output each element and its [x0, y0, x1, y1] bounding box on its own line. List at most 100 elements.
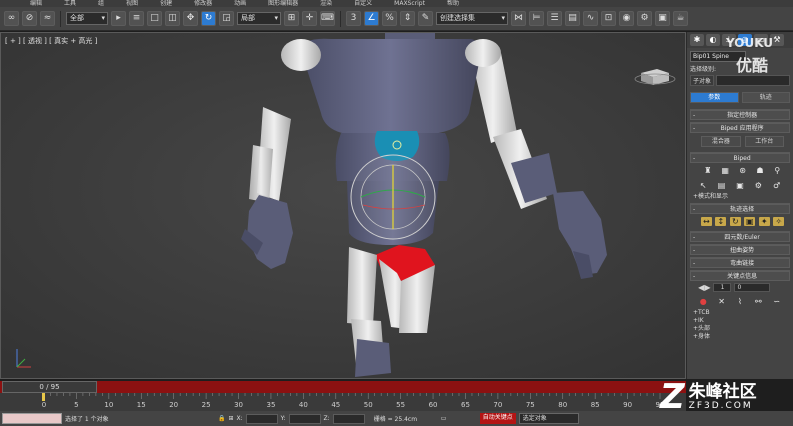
auto-key-button[interactable]: 自动关键点	[479, 413, 516, 424]
snap-toggle-icon[interactable]: 3	[346, 11, 361, 26]
create-tab-icon[interactable]: ✱	[690, 34, 704, 46]
parameters-mode-button[interactable]: 参数	[690, 92, 739, 103]
rollout-header[interactable]: 扭曲姿势	[690, 245, 790, 255]
workbench-button[interactable]: 工作台	[744, 136, 785, 147]
menu-animation[interactable]: 动画	[234, 0, 246, 7]
subobject-button[interactable]: 子对象	[690, 75, 715, 86]
x-coordinate-field[interactable]	[245, 413, 278, 424]
biped-playback-icon[interactable]: ⚲	[772, 166, 783, 175]
prev-key-icon[interactable]: ◀▶	[698, 283, 710, 292]
rollout-header[interactable]: 指定控制器	[690, 110, 790, 120]
rect-selection-icon[interactable]: □	[147, 11, 162, 26]
select-cursor-icon[interactable]: ↖	[698, 181, 709, 190]
head-toggle[interactable]: +头部	[690, 325, 790, 333]
add-time-tag-icon[interactable]: ▭	[441, 415, 477, 422]
motion-flow-icon[interactable]: ⊛	[737, 166, 748, 175]
ribbon-icon[interactable]: ▤	[565, 11, 580, 26]
schematic-view-icon[interactable]: ⊡	[601, 11, 616, 26]
menu-tools[interactable]: 工具	[64, 0, 76, 7]
render-setup-icon[interactable]: ⚙	[637, 11, 652, 26]
select-by-name-icon[interactable]: ≡	[129, 11, 144, 26]
angle-snap-icon[interactable]: ∠	[364, 11, 379, 26]
move-all-mode-icon[interactable]: ♂	[771, 181, 782, 190]
maxscript-listener-field[interactable]	[2, 413, 62, 424]
menu-modifiers[interactable]: 修改器	[194, 0, 212, 7]
unlink-icon[interactable]: ⊘	[22, 11, 37, 26]
mixer-button[interactable]: 混合器	[701, 136, 741, 147]
rollout-header[interactable]: 弯曲链接	[690, 258, 790, 268]
symmetrical-icon[interactable]: ✦	[758, 217, 770, 226]
footstep-mode-icon[interactable]: ▦	[720, 166, 731, 175]
lock-selection-icon[interactable]: 🔒	[218, 415, 225, 422]
body-rotation-icon[interactable]: ↻	[729, 217, 741, 226]
mode-display-toggle[interactable]: +模式和显示	[690, 193, 790, 201]
trajectory-icon[interactable]: ⌇	[734, 297, 745, 306]
convert-icon[interactable]: ⚙	[753, 181, 764, 190]
ik-toggle[interactable]: +IK	[690, 317, 790, 325]
perspective-viewport[interactable]: [ + ] [ 透视 ] [ 真实 + 高光 ]	[0, 32, 686, 379]
mixer-mode-icon[interactable]: ☗	[754, 166, 765, 175]
menu-customize[interactable]: 自定义	[354, 0, 372, 7]
load-file-icon[interactable]: ▤	[716, 181, 727, 190]
rendered-frame-icon[interactable]: ▣	[655, 11, 670, 26]
trajectories-mode-button[interactable]: 轨迹	[741, 92, 790, 103]
rollout-header[interactable]: Biped 应用程序	[690, 123, 790, 133]
rollout-header[interactable]: Biped	[690, 153, 790, 163]
material-editor-icon[interactable]: ◉	[619, 11, 634, 26]
save-file-icon[interactable]: ▣	[734, 181, 745, 190]
curve-editor-icon[interactable]: ∿	[583, 11, 598, 26]
rollout-header[interactable]: 四元数/Euler	[690, 232, 790, 242]
time-slider-thumb[interactable]: 0 / 95	[2, 381, 97, 393]
key-time-field[interactable]: 0	[734, 283, 771, 292]
body-vertical-icon[interactable]: ↕	[715, 217, 727, 226]
scale-icon[interactable]: ◲	[219, 11, 234, 26]
key-filter-select[interactable]: 选定对象	[518, 413, 579, 424]
figure-mode-icon[interactable]: ♜	[702, 166, 713, 175]
edit-named-sets-icon[interactable]: ✎	[418, 11, 433, 26]
menu-view[interactable]: 视图	[126, 0, 138, 7]
z-coordinate-field[interactable]	[332, 413, 365, 424]
curve-key-icon[interactable]: ∽	[771, 297, 782, 306]
menu-group[interactable]: 组	[98, 0, 104, 7]
menu-edit[interactable]: 编辑	[30, 0, 42, 7]
ik-key-icon[interactable]: ⚯	[753, 297, 764, 306]
rollout-header[interactable]: 轨迹选择	[690, 204, 790, 214]
opposite-icon[interactable]: ✧	[773, 217, 785, 226]
render-production-icon[interactable]: ☕	[673, 11, 688, 26]
y-coordinate-field[interactable]	[288, 413, 321, 424]
link-icon[interactable]: ∞	[4, 11, 19, 26]
menu-rendering[interactable]: 渲染	[320, 0, 332, 7]
window-crossing-icon[interactable]: ◫	[165, 11, 180, 26]
move-icon[interactable]: ✥	[183, 11, 198, 26]
spinner-snap-icon[interactable]: ⇕	[400, 11, 415, 26]
select-object-icon[interactable]: ▸	[111, 11, 126, 26]
menu-maxscript[interactable]: MAXScript	[394, 0, 425, 7]
modify-tab-icon[interactable]: ◐	[706, 34, 720, 46]
set-key-icon[interactable]: ●	[698, 297, 709, 306]
menu-graph-editors[interactable]: 图形编辑器	[268, 0, 298, 7]
body-toggle[interactable]: +身体	[690, 333, 790, 341]
select-manipulate-icon[interactable]: ✛	[302, 11, 317, 26]
track-bar[interactable]: 0 5 10 15 20 25 30 35 40 45 50 55 60 65 70 75 80 85 90 95	[0, 393, 686, 411]
menu-create[interactable]: 创建	[160, 0, 172, 7]
menu-help[interactable]: 帮助	[447, 0, 459, 7]
lock-cog-icon[interactable]: ▣	[744, 217, 756, 226]
align-icon[interactable]: ⊨	[529, 11, 544, 26]
delete-key-icon[interactable]: ✕	[716, 297, 727, 306]
rollout-header[interactable]: 关键点信息	[690, 271, 790, 281]
body-horizontal-icon[interactable]: ↔	[700, 217, 712, 226]
percent-snap-icon[interactable]: %	[382, 11, 397, 26]
subobject-dropdown[interactable]	[716, 75, 790, 86]
absolute-mode-icon[interactable]: ⊞	[228, 415, 233, 422]
pivot-center-icon[interactable]: ⊞	[284, 11, 299, 26]
bind-spacewarp-icon[interactable]: ≈	[40, 11, 55, 26]
selection-filter-select[interactable]: 全部	[66, 12, 108, 25]
named-selection-select[interactable]: 创建选择集	[436, 12, 508, 25]
tcb-toggle[interactable]: +TCB	[690, 309, 790, 317]
keyboard-shortcut-icon[interactable]: ⌨	[320, 11, 335, 26]
rotate-icon[interactable]: ↻	[201, 11, 216, 26]
layer-manager-icon[interactable]: ☰	[547, 11, 562, 26]
reference-coord-select[interactable]: 局部	[237, 12, 281, 25]
viewport-label[interactable]: [ + ] [ 透视 ] [ 真实 + 高光 ]	[5, 36, 97, 46]
time-slider[interactable]: 0 / 95	[0, 381, 686, 393]
